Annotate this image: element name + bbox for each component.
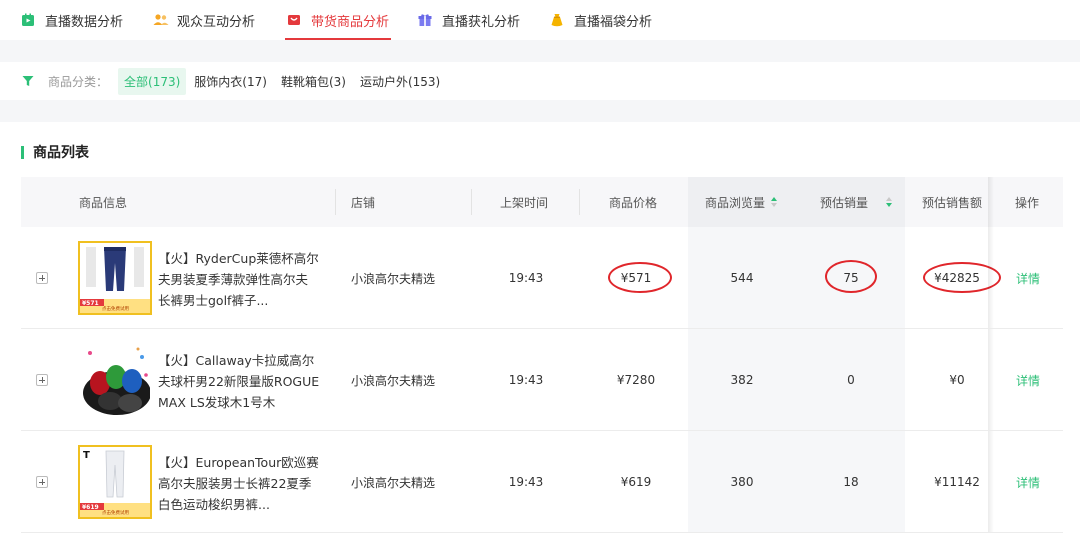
fixed-column-shadow [988,329,994,430]
tab-label: 直播福袋分析 [574,14,653,30]
category-filter: 商品分类： 全部(173) 服饰内衣(17) 鞋靴箱包(3) 运动户外(153) [0,62,1080,100]
thumb-caption: 点击免费试用 [102,511,129,516]
product-table: 商品信息 店铺 上架时间 商品价格 商品浏览量 预估销量 预估销售额 操作 ¥5… [21,177,1063,533]
table-row: T ¥619 点击免费试用 【火】EuropeanTour欧巡赛高尔夫服装男士长… [21,431,1063,533]
expand-row-button[interactable] [35,431,49,533]
header-divider [335,189,336,215]
tab-lucky-bag[interactable]: 直播福袋分析 [550,0,652,40]
filter-chip-apparel[interactable]: 服饰内衣(17) [188,68,273,95]
section-title: 商品列表 [21,142,89,162]
title-accent-bar [21,145,24,159]
tab-label: 直播获礼分析 [442,14,521,30]
separator-band [0,40,1080,62]
shop-name: 小浪高尔夫精选 [351,373,436,388]
sort-icon[interactable] [771,197,778,207]
price: ¥571 [620,271,652,285]
expand-row-button[interactable] [35,329,49,431]
filter-chip-shoes-bags[interactable]: 鞋靴箱包(3) [275,68,352,95]
listing-time: 19:43 [508,475,544,489]
plus-icon [36,272,48,284]
golf-clubs-image [80,345,150,415]
fixed-column-shadow [988,177,994,227]
listing-time: 19:43 [508,271,544,285]
est-revenue: ¥11142 [934,475,980,489]
header-price: 商品价格 [609,195,658,210]
header-action: 操作 [1015,195,1040,210]
header-listing-time: 上架时间 [500,195,549,210]
svg-text:T: T [83,450,90,461]
table-header: 商品信息 店铺 上架时间 商品价格 商品浏览量 预估销量 预估销售额 操作 [21,177,1063,227]
tab-gifts[interactable]: 直播获礼分析 [418,0,520,40]
header-views: 商品浏览量 [705,195,766,210]
gift-icon [418,13,432,27]
plus-icon [36,374,48,386]
header-views-sortable[interactable]: 商品浏览量 [705,177,778,227]
header-est-revenue: 预估销售额 [922,195,983,210]
views: 382 [730,373,754,387]
live-data-icon [21,13,35,27]
tab-live-data[interactable]: 直播数据分析 [21,0,123,40]
fixed-column-shadow [988,227,994,328]
est-revenue: ¥42825 [934,271,980,285]
filter-chip-sports-outdoor[interactable]: 运动户外(153) [354,68,446,95]
section-title-text: 商品列表 [33,145,89,161]
product-thumbnail[interactable]: T ¥619 点击免费试用 [78,445,152,519]
header-product-info: 商品信息 [79,195,128,210]
expand-row-button[interactable] [35,227,49,329]
header-divider [579,189,580,215]
product-thumbnail[interactable]: ¥571 点击免费试用 [78,241,152,315]
header-est-sales-sortable[interactable]: 预估销量 [820,177,893,227]
table-row: 【火】Callaway卡拉威高尔夫球杆男22新限量版ROGUE MAX LS发球… [21,329,1063,431]
plus-icon [36,476,48,488]
listing-time: 19:43 [508,373,544,387]
thumb-caption: 点击免费试用 [102,307,129,312]
sort-icon[interactable] [886,197,893,207]
shop-name: 小浪高尔夫精选 [351,271,436,286]
views: 380 [730,475,754,489]
product-name[interactable]: 【火】Callaway卡拉威高尔夫球杆男22新限量版ROGUE MAX LS发球… [158,350,320,413]
header-shop: 店铺 [351,195,376,210]
filter-chip-all[interactable]: 全部(173) [118,67,187,95]
filter-icon [22,75,34,87]
separator-band [0,100,1080,122]
est-sales: 18 [843,475,859,489]
product-name[interactable]: 【火】RyderCup莱德杯高尔夫男装夏季薄款弹性高尔夫长裤男士golf裤子..… [158,248,320,311]
filter-label: 商品分类： [48,74,109,89]
analysis-tabs: 直播数据分析 观众互动分析 带货商品分析 直播获礼分析 直播福袋分析 [0,0,1080,40]
thumb-price-tag: ¥619 [82,504,99,511]
est-sales: 75 [843,271,859,285]
header-est-sales: 预估销量 [820,195,869,210]
tab-label: 直播数据分析 [45,14,124,30]
tab-audience[interactable]: 观众互动分析 [153,0,255,40]
tab-label: 带货商品分析 [311,14,390,30]
product-thumbnail[interactable] [78,343,152,417]
tab-label: 观众互动分析 [177,14,256,30]
est-revenue: ¥0 [949,373,965,387]
detail-link[interactable]: 详情 [1006,329,1050,431]
est-sales: 0 [847,373,855,387]
shop-name: 小浪高尔夫精选 [351,475,436,490]
fixed-column-shadow [988,431,994,532]
thumb-price-tag: ¥571 [82,300,99,307]
price: ¥7280 [616,373,656,387]
product-icon [287,13,301,27]
detail-link[interactable]: 详情 [1006,227,1050,329]
header-divider [471,189,472,215]
detail-link[interactable]: 详情 [1006,431,1050,533]
price: ¥619 [620,475,652,489]
table-row: ¥571 点击免费试用 【火】RyderCup莱德杯高尔夫男装夏季薄款弹性高尔夫… [21,227,1063,329]
tab-products[interactable]: 带货商品分析 [284,0,392,40]
product-name[interactable]: 【火】EuropeanTour欧巡赛高尔夫服装男士长裤22夏季白色运动梭织男裤.… [158,452,320,515]
lucky-bag-icon [550,13,564,27]
audience-icon [153,13,169,27]
views: 544 [730,271,754,285]
